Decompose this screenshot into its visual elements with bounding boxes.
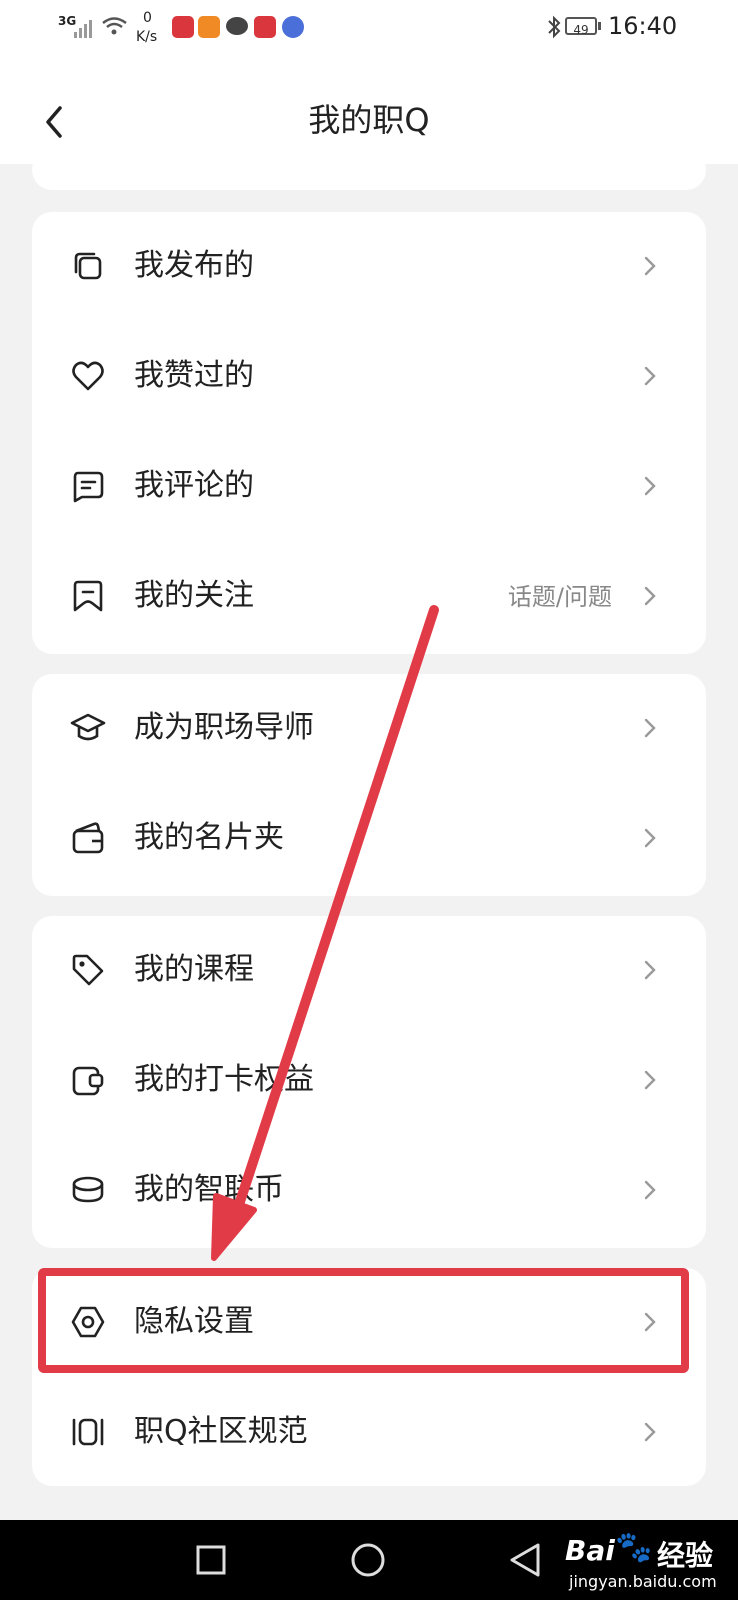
menu-item-label: 我的智联币 <box>134 1172 284 1207</box>
menu-item-label: 我发布的 <box>134 248 254 283</box>
system-nav-bar: Bai 🐾 du 经验 jingyan.baidu.com <box>0 1520 738 1600</box>
clock: 16:40 <box>608 12 678 40</box>
career-group: 成为职场导师 我的名片夹 <box>32 674 706 896</box>
home-icon[interactable] <box>350 1542 386 1578</box>
top-card-fragment <box>32 150 706 190</box>
copy-icon <box>74 252 102 280</box>
music-app-icon <box>282 16 304 38</box>
menu-item-label: 我赞过的 <box>134 358 254 393</box>
menu-item-label: 我评论的 <box>134 468 254 503</box>
menu-item-become-mentor[interactable]: 成为职场导师 <box>32 674 706 784</box>
chevron-right-icon <box>644 586 656 606</box>
heart-icon <box>72 361 104 391</box>
menu-item-following[interactable]: 我的关注 话题/问题 <box>32 542 706 652</box>
chevron-right-icon <box>644 828 656 848</box>
activity-group: 我发布的 我赞过的 我评论的 我的关注 话题/问题 <box>32 212 706 654</box>
menu-item-courses[interactable]: 我的课程 <box>32 916 706 1026</box>
net-speed-unit: K/s <box>136 29 158 45</box>
menu-item-label: 我的关注 <box>134 578 254 613</box>
back-icon[interactable] <box>508 1542 542 1578</box>
comment-icon <box>73 471 104 503</box>
checkin-icon <box>72 1066 104 1096</box>
baidu-jingyan-watermark: Bai 🐾 du 经验 jingyan.baidu.com <box>565 1528 735 1594</box>
book-app-icon <box>254 16 276 38</box>
menu-item-checkin-benefits[interactable]: 我的打卡权益 <box>32 1026 706 1136</box>
recent-apps-icon[interactable] <box>195 1544 227 1576</box>
following-subtitle: 话题/问题 <box>507 583 612 611</box>
menu-item-label: 职Q社区规范 <box>134 1414 308 1449</box>
network-type: 3G <box>58 14 77 28</box>
graduation-cap-icon <box>70 713 106 741</box>
chevron-right-icon <box>644 1180 656 1200</box>
menu-item-label: 我的名片夹 <box>134 820 284 855</box>
watermark-jingyan: 经验 <box>657 1539 714 1572</box>
menu-item-zhilian-coins[interactable]: 我的智联币 <box>32 1136 706 1246</box>
chevron-right-icon <box>644 1422 656 1442</box>
message-icon <box>226 17 248 35</box>
watermark-url: jingyan.baidu.com <box>569 1572 717 1591</box>
menu-item-commented[interactable]: 我评论的 <box>32 432 706 542</box>
menu-item-label: 我的课程 <box>134 952 254 987</box>
benefits-group: 我的课程 我的打卡权益 我的智联币 <box>32 916 706 1248</box>
chevron-right-icon <box>644 1070 656 1090</box>
chevron-right-icon <box>644 476 656 496</box>
menu-item-label: 成为职场导师 <box>134 710 314 745</box>
watermark-brand: Bai <box>565 1534 615 1567</box>
tag-icon <box>72 954 104 986</box>
bookmark-icon <box>73 580 103 612</box>
chevron-right-icon <box>644 256 656 276</box>
chevron-right-icon <box>644 960 656 980</box>
annotation-highlight-box <box>38 1268 689 1373</box>
battery-tip <box>598 22 601 30</box>
app-notification-icon <box>172 16 194 38</box>
net-speed-value: 0 <box>143 10 152 26</box>
coin-icon <box>72 1176 104 1203</box>
menu-item-liked[interactable]: 我赞过的 <box>32 322 706 432</box>
rules-icon <box>72 1418 104 1446</box>
menu-item-community-rules[interactable]: 职Q社区规范 <box>32 1378 706 1488</box>
menu-item-label: 我的打卡权益 <box>134 1062 314 1097</box>
paw-icon: 🐾 <box>615 1530 653 1565</box>
bluetooth-icon <box>548 15 561 39</box>
page-title: 我的职Q <box>308 101 430 139</box>
battery-level: 49 <box>573 23 589 37</box>
video-app-icon <box>198 16 220 38</box>
chevron-right-icon <box>644 366 656 386</box>
wifi-icon <box>102 17 127 35</box>
menu-item-my-posts[interactable]: 我发布的 <box>32 212 706 322</box>
battery-icon: 49 <box>565 17 597 37</box>
status-bar: 3G 0 K/s 49 16:40 <box>0 0 738 60</box>
menu-item-card-holder[interactable]: 我的名片夹 <box>32 784 706 894</box>
wallet-icon <box>72 822 104 854</box>
chevron-right-icon <box>644 718 656 738</box>
